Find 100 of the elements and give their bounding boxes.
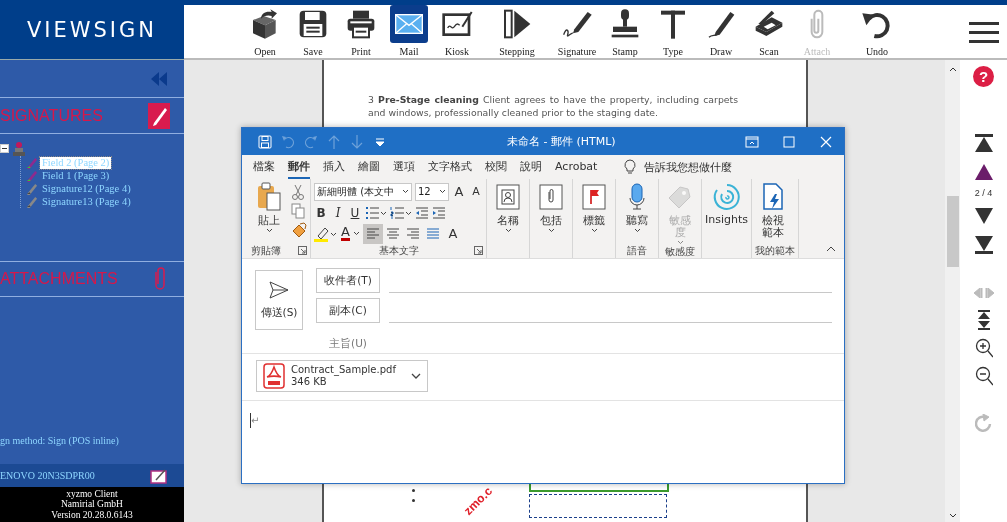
highlighter-icon[interactable]: [314, 225, 338, 242]
stamp-icon: [609, 8, 641, 40]
chevron-down-icon: [676, 240, 684, 245]
chevron-down-icon[interactable]: [411, 373, 421, 379]
toolbar-button[interactable]: Kiosk: [433, 5, 481, 58]
file-size: 346 KB: [291, 376, 328, 388]
ribbon-tab[interactable]: 校閱: [485, 155, 507, 179]
format-painter-icon[interactable]: [291, 222, 307, 238]
group-label: 語音: [627, 243, 647, 258]
align-left-icon[interactable]: [362, 223, 383, 244]
underline-button[interactable]: U: [348, 203, 362, 222]
chevron-down-icon: [439, 189, 446, 194]
toolbar-button[interactable]: Stamp: [601, 5, 649, 58]
bold-button[interactable]: B: [314, 203, 328, 222]
increase-indent-icon[interactable]: [432, 205, 446, 220]
ribbon-tab[interactable]: 說明: [520, 155, 542, 179]
to-button[interactable]: 收件者(T): [316, 268, 380, 293]
next-page-icon[interactable]: [974, 208, 993, 224]
scroll-up-icon[interactable]: [948, 66, 957, 72]
zoom-in-icon[interactable]: [974, 338, 993, 358]
save-icon[interactable]: [257, 133, 273, 150]
chevron-down-icon: [352, 231, 360, 236]
tree-item[interactable]: Signature13 (Page 4): [40, 195, 133, 208]
pen-icon: [26, 195, 38, 208]
paste-button[interactable]: 貼上: [251, 182, 287, 243]
ribbon-tab[interactable]: 檔案: [253, 155, 275, 179]
fit-page-icon[interactable]: [977, 310, 990, 330]
grow-font-button[interactable]: A: [452, 182, 466, 201]
numbering-icon[interactable]: [390, 205, 412, 220]
shrink-font-button[interactable]: A: [469, 182, 483, 201]
signature-field[interactable]: [529, 494, 667, 518]
clipboard-icon: [256, 182, 282, 212]
send-button[interactable]: 傳送(S): [255, 270, 303, 330]
ribbon-button[interactable]: 檢視範本: [755, 182, 791, 243]
document-paragraph: 3 Pre-Stage cleaning Client agrees to have the property, including carpets and windows, professionally cleaned prior to the staging date.: [368, 93, 738, 119]
bullets-icon[interactable]: [365, 205, 387, 220]
last-page-icon[interactable]: [974, 236, 993, 254]
group-label: 我的範本: [755, 243, 795, 258]
footer-text: Namirial GmbH: [60, 499, 124, 510]
toolbar-button[interactable]: Stepping: [481, 5, 553, 58]
toolbar-button[interactable]: Undo: [841, 5, 913, 58]
send-arrow-icon: [269, 280, 289, 299]
cut-icon[interactable]: [291, 184, 305, 200]
field-pen-icon: [26, 169, 38, 182]
help-icon[interactable]: ?: [973, 66, 994, 87]
ribbon-button[interactable]: 聽寫: [619, 182, 655, 243]
scroll-down-icon[interactable]: [948, 513, 957, 519]
sign-method-text: gn method: Sign (POS inline): [0, 435, 120, 448]
ribbon-button[interactable]: 名稱: [490, 182, 526, 243]
printer-icon: [345, 8, 377, 40]
menu-icon[interactable]: [969, 19, 999, 44]
chevron-down-icon: [547, 228, 555, 233]
file-name: Contract_Sample.pdf: [291, 364, 398, 376]
ribbon-tab[interactable]: 插入: [323, 155, 345, 179]
text-cursor: [250, 413, 251, 428]
toolbar-button[interactable]: Save: [289, 5, 337, 58]
signature-pad-icon[interactable]: [150, 467, 168, 484]
message-body[interactable]: ↵: [242, 401, 844, 483]
toolbar-button[interactable]: Type: [649, 5, 697, 58]
page-indicator: 2 / 4: [974, 188, 993, 198]
chevron-down-icon: [633, 228, 641, 233]
ribbon-tab[interactable]: 繪圖: [358, 155, 380, 179]
chevron-down-icon: [402, 189, 409, 194]
ribbon-button[interactable]: 包括: [533, 182, 569, 243]
tell-me-field[interactable]: 告訴我您想做什麼: [644, 159, 733, 175]
font-color-button[interactable]: A: [341, 224, 360, 243]
italic-button[interactable]: I: [331, 203, 345, 222]
tree-item[interactable]: Signature12 (Page 4): [40, 182, 133, 195]
zoom-out-icon[interactable]: [974, 366, 993, 386]
font-size-select[interactable]: 12: [415, 182, 449, 201]
ribbon-tab[interactable]: Acrobat: [555, 156, 598, 178]
scrollbar-thumb[interactable]: [946, 196, 959, 267]
first-page-icon[interactable]: [974, 134, 993, 152]
decrease-indent-icon[interactable]: [415, 205, 429, 220]
toolbar-button[interactable]: Open: [241, 5, 289, 58]
chevron-down-icon: [504, 228, 512, 233]
toolbar-button[interactable]: Print: [337, 5, 385, 58]
paragraph-mark: ↵: [251, 415, 260, 427]
ribbon-display-icon[interactable]: [743, 133, 760, 150]
ribbon-tab[interactable]: 文字格式: [428, 155, 472, 179]
tree-toggle[interactable]: [0, 144, 9, 153]
footer-text: Version 20.28.0.6143: [50, 509, 134, 521]
dialog-launcher-icon[interactable]: [298, 246, 307, 255]
clear-formatting-button[interactable]: A: [445, 224, 460, 243]
ribbon-button[interactable]: Insights: [705, 182, 748, 243]
toolbar-button[interactable]: Draw: [697, 5, 745, 58]
cc-button[interactable]: 副本(C): [316, 298, 380, 323]
chevron-down-icon: [265, 228, 273, 233]
toolbar-button[interactable]: Scan: [745, 5, 793, 58]
step-forward-icon: [501, 8, 533, 40]
ribbon-button[interactable]: 標籤: [576, 182, 612, 243]
dialog-launcher-icon[interactable]: [474, 246, 483, 255]
font-select[interactable]: 新細明體 (本文中: [314, 182, 412, 201]
previous-page-icon[interactable]: [974, 164, 993, 180]
attachment-chip[interactable]: Contract_Sample.pdf 346 KB: [256, 360, 428, 392]
toolbar-button[interactable]: Signature: [553, 5, 601, 58]
tree-item[interactable]: Field 1 (Page 3): [40, 169, 112, 182]
ribbon-tab[interactable]: 選項: [393, 155, 415, 179]
scrollbar[interactable]: [945, 60, 960, 522]
collapse-ribbon-icon[interactable]: [826, 246, 836, 252]
